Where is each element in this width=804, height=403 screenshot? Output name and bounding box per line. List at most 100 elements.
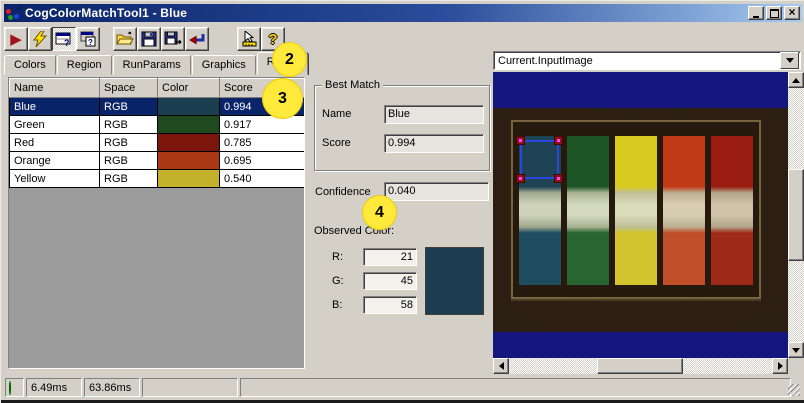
cell-name: Orange bbox=[9, 151, 100, 170]
scroll-up-button[interactable] bbox=[788, 72, 804, 88]
selection-handle-bottom-right[interactable] bbox=[554, 174, 563, 183]
combobox-dropdown-button[interactable] bbox=[780, 52, 799, 69]
column-header-name[interactable]: Name bbox=[9, 78, 100, 98]
b-field[interactable]: 58 bbox=[363, 296, 417, 314]
callout-3: 3 bbox=[262, 78, 303, 119]
observed-color-swatch bbox=[425, 247, 484, 315]
svg-text:?: ? bbox=[64, 38, 70, 47]
cell-score: 0.917 bbox=[219, 115, 304, 134]
titlebar-buttons: × bbox=[748, 6, 802, 20]
open-button[interactable] bbox=[113, 27, 137, 51]
status-led-panel bbox=[5, 378, 24, 397]
float-window-button[interactable]: ? bbox=[76, 27, 100, 51]
cell-space: RGB bbox=[99, 133, 158, 152]
scroll-down-button[interactable] bbox=[788, 342, 804, 358]
status-timing2: 63.86ms bbox=[84, 378, 140, 397]
run-icon: ▶ bbox=[10, 30, 22, 48]
app-icon: ≈ bbox=[6, 1, 22, 20]
pointer-tool-button[interactable] bbox=[237, 27, 261, 51]
g-field[interactable]: 45 bbox=[363, 272, 417, 290]
scroll-left-button[interactable] bbox=[493, 358, 509, 374]
table-row[interactable]: Green RGB 0.917 bbox=[9, 115, 304, 134]
results-table-header: Name Space Color Score bbox=[9, 78, 304, 98]
r-field[interactable]: 21 bbox=[363, 248, 417, 266]
tab-region[interactable]: Region bbox=[56, 55, 112, 75]
best-match-score-field[interactable]: 0.994 bbox=[384, 134, 484, 153]
table-row[interactable]: Blue RGB 0.994 bbox=[9, 97, 304, 116]
cell-color-swatch bbox=[157, 97, 220, 116]
cell-color-swatch bbox=[157, 169, 220, 188]
tab-colors[interactable]: Colors bbox=[4, 55, 56, 75]
table-row[interactable]: Yellow RGB 0.540 bbox=[9, 169, 304, 188]
cell-space: RGB bbox=[99, 151, 158, 170]
scroll-left-icon bbox=[495, 362, 504, 370]
minimize-icon bbox=[753, 15, 759, 18]
cell-name: Red bbox=[9, 133, 100, 152]
close-icon: × bbox=[788, 5, 796, 19]
status-timing1: 6.49ms bbox=[26, 378, 82, 397]
pointer-ruler-icon bbox=[242, 31, 256, 47]
svg-text:?: ? bbox=[88, 38, 93, 47]
result-grid-icon: ? bbox=[55, 32, 71, 47]
horizontal-scroll-thumb[interactable] bbox=[597, 358, 683, 374]
show-result-grid-button[interactable]: ? bbox=[52, 27, 76, 51]
cell-color-swatch bbox=[157, 133, 220, 152]
cell-space: RGB bbox=[99, 115, 158, 134]
app-icon-squiggle: ≈ bbox=[15, 1, 22, 15]
reset-button[interactable] bbox=[185, 27, 209, 51]
close-button[interactable]: × bbox=[784, 6, 800, 20]
cell-score: 0.785 bbox=[219, 133, 304, 152]
cell-color-swatch bbox=[157, 115, 220, 134]
column-header-space[interactable]: Space bbox=[99, 78, 158, 98]
results-table: Name Space Color Score Blue RGB 0.994 Gr… bbox=[8, 77, 305, 369]
tab-runparams[interactable]: RunParams bbox=[112, 55, 191, 75]
run-button[interactable]: ▶ bbox=[4, 27, 28, 51]
save-button[interactable] bbox=[137, 27, 161, 51]
floppy-icon bbox=[141, 31, 157, 47]
cell-score: 0.695 bbox=[219, 151, 304, 170]
app-icon-red-dot bbox=[6, 9, 11, 14]
strip-green bbox=[567, 136, 609, 285]
horizontal-scrollbar[interactable] bbox=[493, 358, 788, 374]
reset-arrow-icon bbox=[188, 34, 204, 45]
scroll-right-button[interactable] bbox=[772, 358, 788, 374]
r-label: R: bbox=[332, 251, 343, 263]
minimize-button[interactable] bbox=[748, 6, 764, 20]
input-image bbox=[493, 108, 788, 332]
callout-4: 4 bbox=[362, 195, 397, 230]
strip-yellow bbox=[615, 136, 657, 285]
column-header-color[interactable]: Color bbox=[157, 78, 220, 98]
table-row[interactable]: Orange RGB 0.695 bbox=[9, 151, 304, 170]
resize-grip[interactable] bbox=[788, 384, 800, 396]
cell-color-swatch bbox=[157, 151, 220, 170]
strip-red bbox=[711, 136, 753, 285]
b-label: B: bbox=[332, 299, 343, 311]
maximize-button[interactable] bbox=[766, 6, 782, 20]
chevron-down-icon bbox=[785, 58, 794, 67]
tab-graphics[interactable]: Graphics bbox=[191, 55, 256, 75]
selection-handle-top-right[interactable] bbox=[554, 136, 563, 145]
vertical-scroll-thumb[interactable] bbox=[788, 169, 804, 261]
scrollbar-corner bbox=[788, 358, 804, 374]
cell-space: RGB bbox=[99, 97, 158, 116]
status-panel-3 bbox=[142, 378, 238, 397]
region-selection-rect[interactable] bbox=[516, 136, 563, 183]
maximize-icon bbox=[769, 8, 779, 18]
status-led-icon bbox=[9, 381, 11, 395]
tab-bar: ColorsRegionRunParamsGraphicsResult bbox=[4, 52, 491, 75]
run-live-button[interactable] bbox=[28, 27, 52, 51]
selection-handle-top-left[interactable] bbox=[516, 136, 525, 145]
image-source-combobox[interactable]: Current.InputImage bbox=[493, 51, 801, 70]
best-match-name-field[interactable]: Blue bbox=[384, 105, 484, 124]
cell-name: Yellow bbox=[9, 169, 100, 188]
table-row[interactable]: Red RGB 0.785 bbox=[9, 133, 304, 152]
results-table-body: Blue RGB 0.994 Green RGB 0.917 Red RGB 0… bbox=[9, 97, 304, 188]
status-bar: 6.49ms 63.86ms bbox=[4, 376, 802, 399]
open-folder-icon bbox=[116, 31, 134, 45]
lightning-icon bbox=[32, 31, 48, 47]
scroll-up-icon bbox=[792, 74, 800, 83]
selection-handle-bottom-left[interactable] bbox=[516, 174, 525, 183]
confidence-field[interactable]: 0.040 bbox=[384, 182, 489, 201]
vertical-scrollbar[interactable] bbox=[788, 72, 804, 358]
save-as-button[interactable] bbox=[161, 27, 185, 51]
